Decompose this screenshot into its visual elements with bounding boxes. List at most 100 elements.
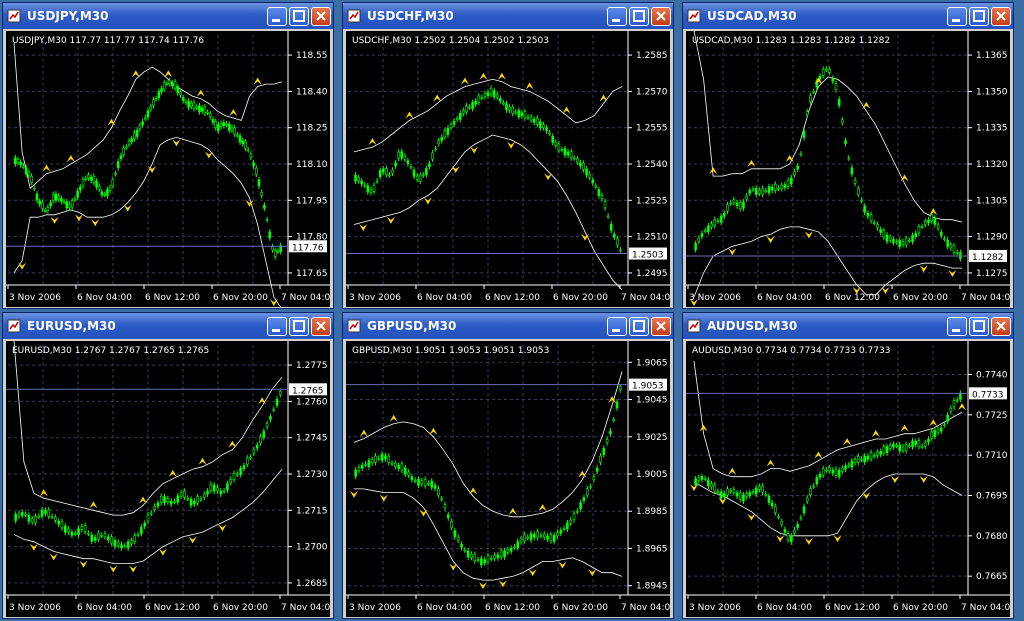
candle-body <box>360 464 364 469</box>
candle-body <box>372 184 376 192</box>
candle-body <box>825 68 828 71</box>
price-chart[interactable]: 1.1365 1.1350 1.1335 1.1320 1.1305 1.1290 1.12… <box>686 31 1010 307</box>
current-price-label: 1.2503 <box>632 251 664 261</box>
minimize-button[interactable] <box>947 317 967 336</box>
y-tick-label: 1.9065 <box>636 358 668 368</box>
candle-body <box>536 531 539 539</box>
candle-body <box>713 484 717 492</box>
chart-area[interactable]: 1.2585 1.2570 1.2555 1.2540 1.2525 1.2510 1.24… <box>346 31 670 307</box>
candle-body <box>876 452 879 456</box>
y-tick-label: 0.7740 <box>976 371 1008 381</box>
candle-body <box>866 212 870 217</box>
chart-area[interactable]: 1.2775 1.2760 1.2745 1.2730 1.2715 1.2700 1.26… <box>6 341 330 617</box>
candle-body <box>20 512 24 516</box>
minimize-button[interactable] <box>607 7 627 26</box>
title-bar[interactable]: GBPUSD,M30 <box>343 313 673 339</box>
chart-window-2[interactable]: USDCHF,M30 1.2585 1.2570 1.2555 1.2540 1.252… <box>342 2 674 309</box>
candle-body <box>19 161 23 166</box>
candle-body <box>946 414 949 422</box>
current-price-label: 0.7733 <box>972 390 1004 400</box>
candle-body <box>269 416 272 420</box>
candle-body <box>173 81 177 89</box>
title-bar[interactable]: AUDUSD,M30 <box>683 313 1013 339</box>
candle-body <box>694 243 697 251</box>
chart-window-4[interactable]: EURUSD,M30 1.2775 1.2760 1.2745 1.2730 1.271… <box>2 312 334 619</box>
x-tick-label: 6 Nov 04:00 <box>757 603 812 613</box>
minimize-button[interactable] <box>267 7 287 26</box>
candle-body <box>600 195 604 199</box>
x-tick-label: 7 Nov 04:00 <box>621 603 670 613</box>
candle-body <box>24 167 28 175</box>
candle-body <box>560 149 564 151</box>
price-chart[interactable]: 118.55118.40118.25118.10117.95117.80117.… <box>6 31 330 307</box>
chart-window-1[interactable]: USDJPY,M30 118.55 118.40 118.25 118.10 117.9… <box>2 2 334 309</box>
candle-body <box>857 455 860 463</box>
chart-area[interactable]: 118.55 118.40 118.25 118.10 117.95 117.80 117.… <box>6 31 330 307</box>
maximize-button[interactable] <box>969 317 989 336</box>
price-chart[interactable]: 0.7740 0.7725 0.7710 0.7695 0.7680 0.7665 3 No… <box>686 341 1010 617</box>
title-bar[interactable]: USDCHF,M30 <box>343 3 673 29</box>
candle-body <box>901 241 905 245</box>
candle-body <box>271 246 274 251</box>
candle-body <box>120 544 123 549</box>
candle-body <box>506 549 510 553</box>
maximize-button[interactable] <box>289 317 309 336</box>
candle-body <box>259 436 262 444</box>
minimize-button[interactable] <box>267 317 287 336</box>
candle-body <box>219 123 223 127</box>
candle-body <box>805 111 809 116</box>
chart-window-3[interactable]: USDCAD,M30 1.1365 1.1350 1.1335 1.1320 1.130… <box>682 2 1014 309</box>
chart-window-icon <box>7 9 21 23</box>
candle-body <box>585 488 589 496</box>
title-bar[interactable]: USDJPY,M30 <box>3 3 333 29</box>
candle-body <box>489 88 493 95</box>
title-bar[interactable]: USDCAD,M30 <box>683 3 1013 29</box>
chart-window-6[interactable]: AUDUSD,M30 0.7740 0.7725 0.7710 0.7695 0.768… <box>682 312 1014 619</box>
price-chart[interactable]: 1.9065 1.9045 1.9025 1.9005 1.8985 1.8965 1.89… <box>346 341 670 617</box>
candle-body <box>54 516 57 521</box>
price-chart[interactable]: 1.2775 1.2760 1.2745 1.2730 1.2715 1.2700 1.26… <box>6 341 330 617</box>
candle-body <box>837 470 841 477</box>
maximize-button[interactable] <box>629 7 649 26</box>
chart-area[interactable]: 1.1365 1.1350 1.1335 1.1320 1.1305 1.1290 1.12… <box>686 31 1010 307</box>
fractal-up-arrow <box>389 414 398 422</box>
chart-area[interactable]: 0.7740 0.7725 0.7710 0.7695 0.7680 0.7665 3 No… <box>686 341 1010 617</box>
candle-body <box>473 554 477 562</box>
close-button[interactable] <box>651 317 671 336</box>
title-bar[interactable]: EURUSD,M30 <box>3 313 333 339</box>
close-button[interactable] <box>651 7 671 26</box>
candle-body <box>27 171 31 176</box>
chart-window-5[interactable]: GBPUSD,M30 1.9065 1.9045 1.9025 1.9005 1.898… <box>342 312 674 619</box>
minimize-button[interactable] <box>947 7 967 26</box>
candle-body <box>68 204 71 208</box>
candle-body <box>146 514 150 522</box>
candle-body <box>17 512 21 517</box>
maximize-button[interactable] <box>289 7 309 26</box>
candle-body <box>480 97 484 99</box>
fractal-up-arrow <box>66 155 75 162</box>
candle-body <box>254 167 258 175</box>
close-button[interactable] <box>311 7 331 26</box>
price-chart[interactable]: 1.2585 1.2570 1.2555 1.2540 1.2525 1.2510 1.24… <box>346 31 670 307</box>
candle-body <box>440 498 443 501</box>
close-button[interactable] <box>311 317 331 336</box>
candle-body <box>790 535 793 543</box>
minimize-button[interactable] <box>607 317 627 336</box>
candle-body <box>427 483 430 485</box>
maximize-button[interactable] <box>969 7 989 26</box>
chart-area[interactable]: 1.9065 1.9045 1.9025 1.9005 1.8985 1.8965 1.89… <box>346 341 670 617</box>
candle-body <box>22 165 25 168</box>
candle-body <box>70 200 74 208</box>
candle-body <box>914 233 918 237</box>
candle-body <box>183 490 186 498</box>
fractal-down-arrow <box>188 536 197 544</box>
candle-body <box>265 219 269 221</box>
candle-body <box>100 191 104 196</box>
maximize-button[interactable] <box>629 317 649 336</box>
close-button[interactable] <box>991 7 1011 26</box>
candle-body <box>35 193 39 201</box>
close-button[interactable] <box>991 317 1011 336</box>
candle-body <box>707 479 710 487</box>
candle-body <box>569 519 573 524</box>
y-tick-label: 1.2685 <box>296 579 328 589</box>
